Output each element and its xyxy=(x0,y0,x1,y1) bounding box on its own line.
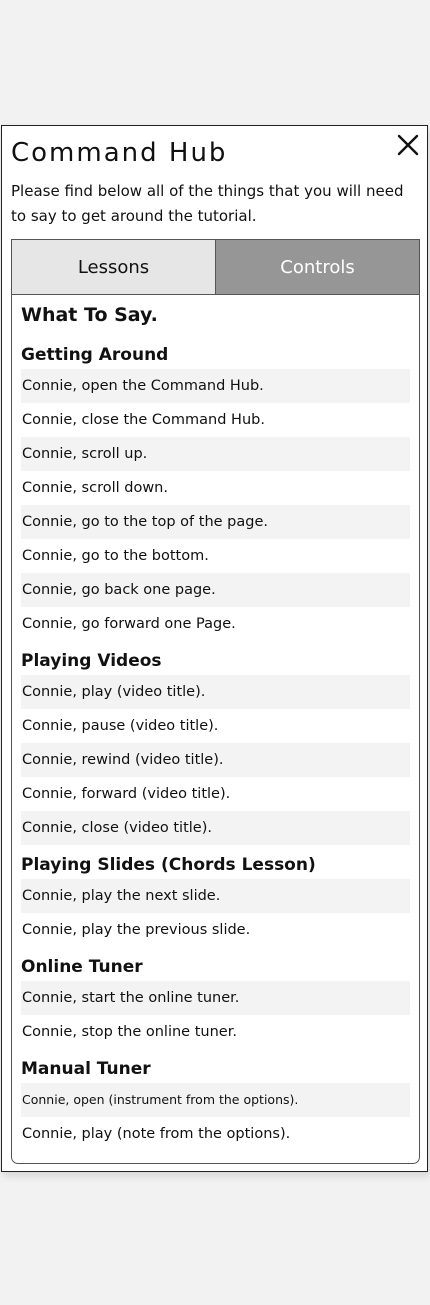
tab-bar: Lessons Controls xyxy=(12,240,419,295)
command-item: Connie, play the next slide. xyxy=(21,879,410,913)
command-item: Connie, play the previous slide. xyxy=(22,922,251,938)
command-item: Connie, start the online tuner. xyxy=(21,981,410,1015)
command-list: Connie, start the online tuner. Connie, … xyxy=(21,981,410,1049)
command-item: Connie, play (video title). xyxy=(21,675,410,709)
command-item: Connie, stop the online tuner. xyxy=(22,1024,237,1040)
commands-card: Lessons Controls What To Say. Getting Ar… xyxy=(11,239,420,1164)
section-heading: Manual Tuner xyxy=(21,1059,151,1079)
command-item: Connie, go to the bottom. xyxy=(22,548,209,564)
section-playing-videos: Playing Videos Connie, play (video title… xyxy=(21,645,410,845)
command-item: Connie, close the Command Hub. xyxy=(22,412,265,428)
section-heading: Online Tuner xyxy=(21,957,143,977)
command-list: Connie, open the Command Hub. Connie, cl… xyxy=(21,369,410,641)
command-item: Connie, close (video title). xyxy=(21,811,410,845)
command-item: Connie, go forward one Page. xyxy=(22,616,236,632)
commands-content: What To Say. Getting Around Connie, open… xyxy=(12,295,419,1151)
command-item: Connie, pause (video title). xyxy=(22,718,219,734)
command-item: Connie, open the Command Hub. xyxy=(21,369,410,403)
intro-text: Please find below all of the things that… xyxy=(11,182,404,225)
section-heading: Getting Around xyxy=(21,345,169,365)
command-item: Connie, go to the top of the page. xyxy=(21,505,410,539)
command-list: Connie, open (instrument from the option… xyxy=(21,1083,410,1151)
command-item: Connie, open (instrument from the option… xyxy=(21,1083,410,1117)
command-item: Connie, scroll down. xyxy=(22,480,168,496)
content-heading: What To Say. xyxy=(21,304,158,326)
section-playing-slides: Playing Slides (Chords Lesson) Connie, p… xyxy=(21,849,410,947)
close-icon[interactable] xyxy=(397,134,419,156)
tab-controls[interactable]: Controls xyxy=(216,240,419,294)
command-item: Connie, play (note from the options). xyxy=(22,1126,291,1142)
section-online-tuner: Online Tuner Connie, start the online tu… xyxy=(21,951,410,1049)
section-heading: Playing Slides (Chords Lesson) xyxy=(21,855,316,875)
command-item: Connie, go back one page. xyxy=(21,573,410,607)
command-item: Connie, forward (video title). xyxy=(22,786,231,802)
command-item: Connie, rewind (video title). xyxy=(21,743,410,777)
command-list: Connie, play the next slide. Connie, pla… xyxy=(21,879,410,947)
panel-title: Command Hub xyxy=(11,138,228,168)
tab-lessons[interactable]: Lessons xyxy=(12,240,216,294)
command-item: Connie, scroll up. xyxy=(21,437,410,471)
command-hub-panel: Command Hub Please find below all of the… xyxy=(1,125,428,1172)
section-manual-tuner: Manual Tuner Connie, open (instrument fr… xyxy=(21,1053,410,1151)
section-heading: Playing Videos xyxy=(21,651,162,671)
section-getting-around: Getting Around Connie, open the Command … xyxy=(21,339,410,641)
command-list: Connie, play (video title). Connie, paus… xyxy=(21,675,410,845)
